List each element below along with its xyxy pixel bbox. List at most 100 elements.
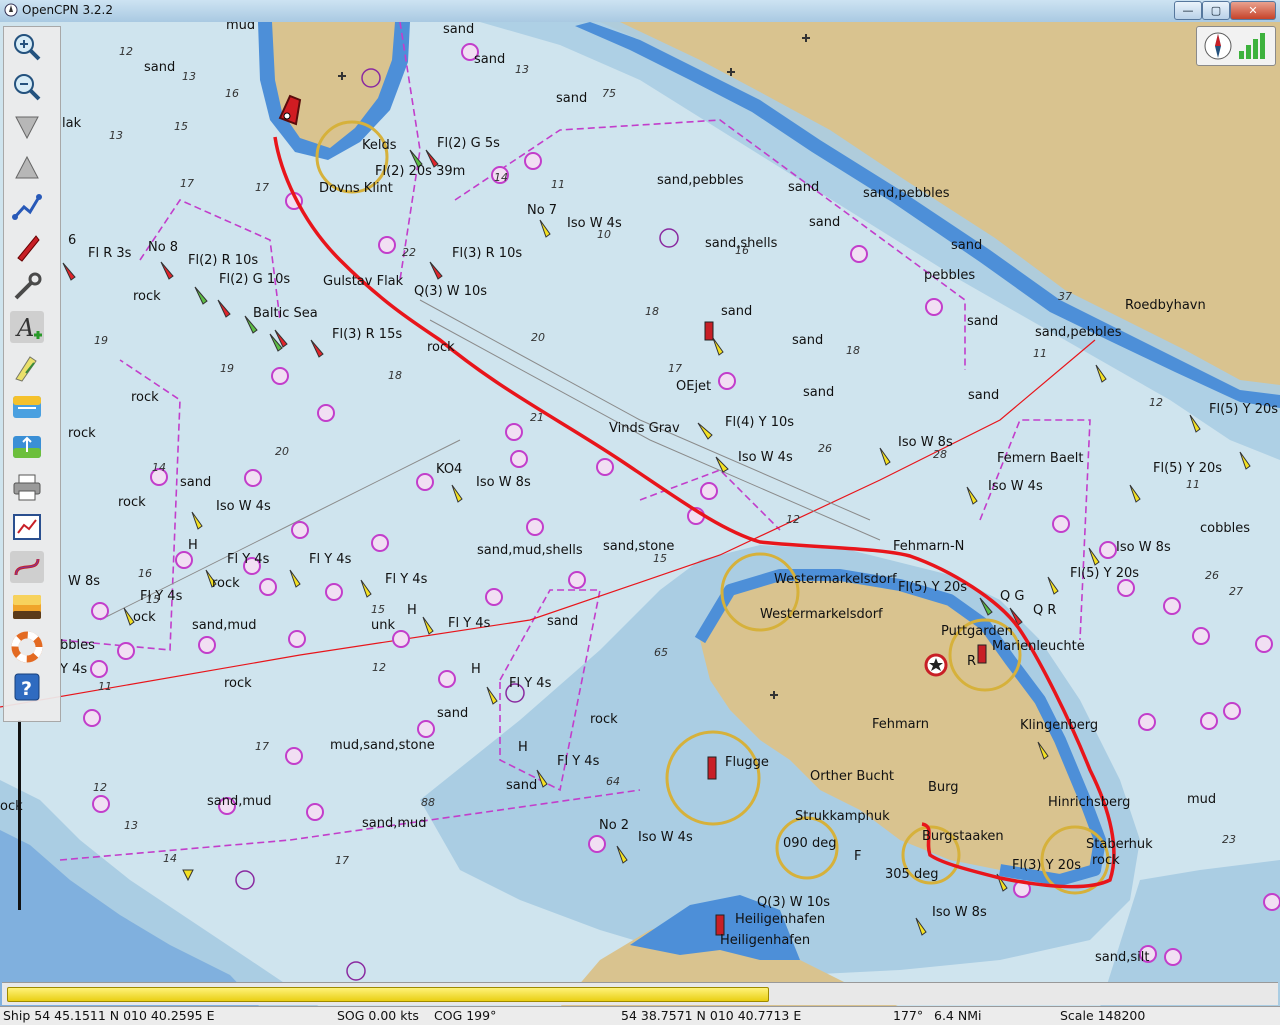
follow-ship-button[interactable] xyxy=(10,231,44,263)
chart-label: Iso W 8s xyxy=(1116,540,1171,555)
chart-label: sand xyxy=(556,91,587,106)
sounding: 20 xyxy=(531,331,545,344)
sounding: 37 xyxy=(1058,290,1072,303)
chart-label: pebbles xyxy=(924,268,975,283)
chart-label: mud xyxy=(226,22,255,33)
track-button[interactable] xyxy=(10,551,44,583)
chart-label: sand xyxy=(506,778,537,793)
text-toggle-icon: A xyxy=(15,314,42,342)
close-button[interactable]: ✕ xyxy=(1230,1,1276,20)
sounding: 64 xyxy=(606,775,620,788)
ship-cog: COG 199° xyxy=(434,1008,497,1023)
chart-label: Kelds xyxy=(362,138,397,153)
chart-label: Iso W 8s xyxy=(932,905,987,920)
sounding: 13 xyxy=(109,129,123,142)
chart-label: sand xyxy=(788,180,819,195)
route-manager-button[interactable] xyxy=(10,511,44,543)
chart-label: mud xyxy=(1187,792,1216,807)
tide-button[interactable] xyxy=(10,391,44,423)
chart-label: W 8s xyxy=(68,574,100,589)
print-icon xyxy=(13,474,41,501)
chart-label: Puttgarden xyxy=(941,624,1013,639)
chart-bar[interactable] xyxy=(2,982,1278,1005)
chart-label: sand xyxy=(721,304,752,319)
chart-label: Fl Y 4s xyxy=(227,552,270,567)
chart-canvas[interactable]: mud sand sand sand sand lak Kelds Fl(2) … xyxy=(0,22,1280,1007)
chart-label: Q R xyxy=(1033,603,1056,618)
chart-label: Fl(2) G 10s xyxy=(219,272,290,287)
chart-label: Iso W 4s xyxy=(738,450,793,465)
zoom-out-button[interactable] xyxy=(10,71,44,103)
chart-label: sand xyxy=(803,385,834,400)
help-button[interactable]: ? xyxy=(10,671,44,703)
sounding: 28 xyxy=(933,448,947,461)
chart-label: Fl(2) R 10s xyxy=(188,253,258,268)
chart-label: Orther Bucht xyxy=(810,769,894,784)
current-tide-button[interactable] xyxy=(10,351,44,383)
chart-label: sand xyxy=(443,22,474,37)
mob-lifebuoy-icon xyxy=(11,631,43,663)
chart-label: rock xyxy=(68,426,96,441)
scale-out-button[interactable] xyxy=(10,151,44,183)
chart-label: sand xyxy=(792,333,823,348)
sounding: 27 xyxy=(1229,585,1243,598)
chart-label: Fl(2) 20s 39m xyxy=(375,164,465,179)
chart-label: Fl Y 4s xyxy=(509,676,552,691)
chart-label: Fl(3) R 15s xyxy=(332,327,402,342)
sounding: 15 xyxy=(371,603,385,616)
chart-label: Flugge xyxy=(725,755,769,770)
chart-labels: mud sand sand sand sand lak Kelds Fl(2) … xyxy=(0,22,1278,965)
chart-label: ock xyxy=(133,610,156,625)
cursor-position: 54 38.7571 N 010 40.7713 E xyxy=(621,1008,802,1023)
settings-wrench-icon xyxy=(14,272,42,300)
chart-label: Heiligenhafen xyxy=(735,912,825,927)
chart-label: Baltic Sea xyxy=(253,306,318,321)
man-overboard-button[interactable] xyxy=(10,631,44,663)
chart-label: Burgstaaken xyxy=(922,829,1004,844)
chart-label: bbles xyxy=(60,638,95,653)
chart-label: H xyxy=(407,603,417,618)
print-button[interactable] xyxy=(10,471,44,503)
sounding: 18 xyxy=(388,369,402,382)
chart-label: R xyxy=(967,654,976,669)
sounding: 12 xyxy=(119,45,133,58)
chart-label: Fl(2) G 5s xyxy=(437,136,500,151)
gps-signal-icon xyxy=(1239,33,1265,59)
minimize-button[interactable]: — xyxy=(1174,1,1202,20)
cursor-bearing: 177° xyxy=(893,1008,924,1023)
chart-label: No 8 xyxy=(148,240,178,255)
sounding: 13 xyxy=(515,63,529,76)
sounding: 19 xyxy=(220,362,234,375)
chart-label: Dovns Klint xyxy=(319,181,393,196)
text-toggle-button[interactable]: A xyxy=(10,311,44,343)
chart-label: Y 4s xyxy=(59,662,87,677)
color-scheme-button[interactable] xyxy=(10,591,44,623)
maximize-button[interactable]: ▢ xyxy=(1202,1,1230,20)
sounding: 11 xyxy=(551,178,565,191)
sounding: 11 xyxy=(98,680,112,693)
compass-widget[interactable] xyxy=(1196,26,1276,66)
sounding: 22 xyxy=(402,246,416,259)
chart-label: Fl R 3s xyxy=(88,246,132,261)
sounding: 15 xyxy=(146,593,160,606)
chart-label: Q G xyxy=(1000,589,1024,604)
current-tide-icon xyxy=(15,356,37,382)
ship-position: Ship 54 45.1511 N 010 40.2595 E xyxy=(3,1008,215,1023)
chart-label: sand xyxy=(437,706,468,721)
track-icon xyxy=(14,558,40,576)
sounding: 13 xyxy=(182,70,196,83)
chart-label: sand,pebbles xyxy=(1035,325,1122,340)
chart-label: sand,pebbles xyxy=(863,186,950,201)
route-button[interactable] xyxy=(10,191,44,223)
zoom-in-button[interactable] xyxy=(10,31,44,63)
chart-label: Fl Y 4s xyxy=(309,552,352,567)
chart-label: Staberhuk xyxy=(1086,837,1153,852)
current-button[interactable] xyxy=(10,431,44,463)
chart-label: Fl(4) Y 10s xyxy=(725,415,794,430)
sounding: 26 xyxy=(1205,569,1219,582)
scale-in-button[interactable] xyxy=(10,111,44,143)
settings-button[interactable] xyxy=(10,271,44,303)
chart-label: No 7 xyxy=(527,203,557,218)
chart-label: Iso W 4s xyxy=(638,830,693,845)
chart-label: Hinrichsberg xyxy=(1048,795,1130,810)
